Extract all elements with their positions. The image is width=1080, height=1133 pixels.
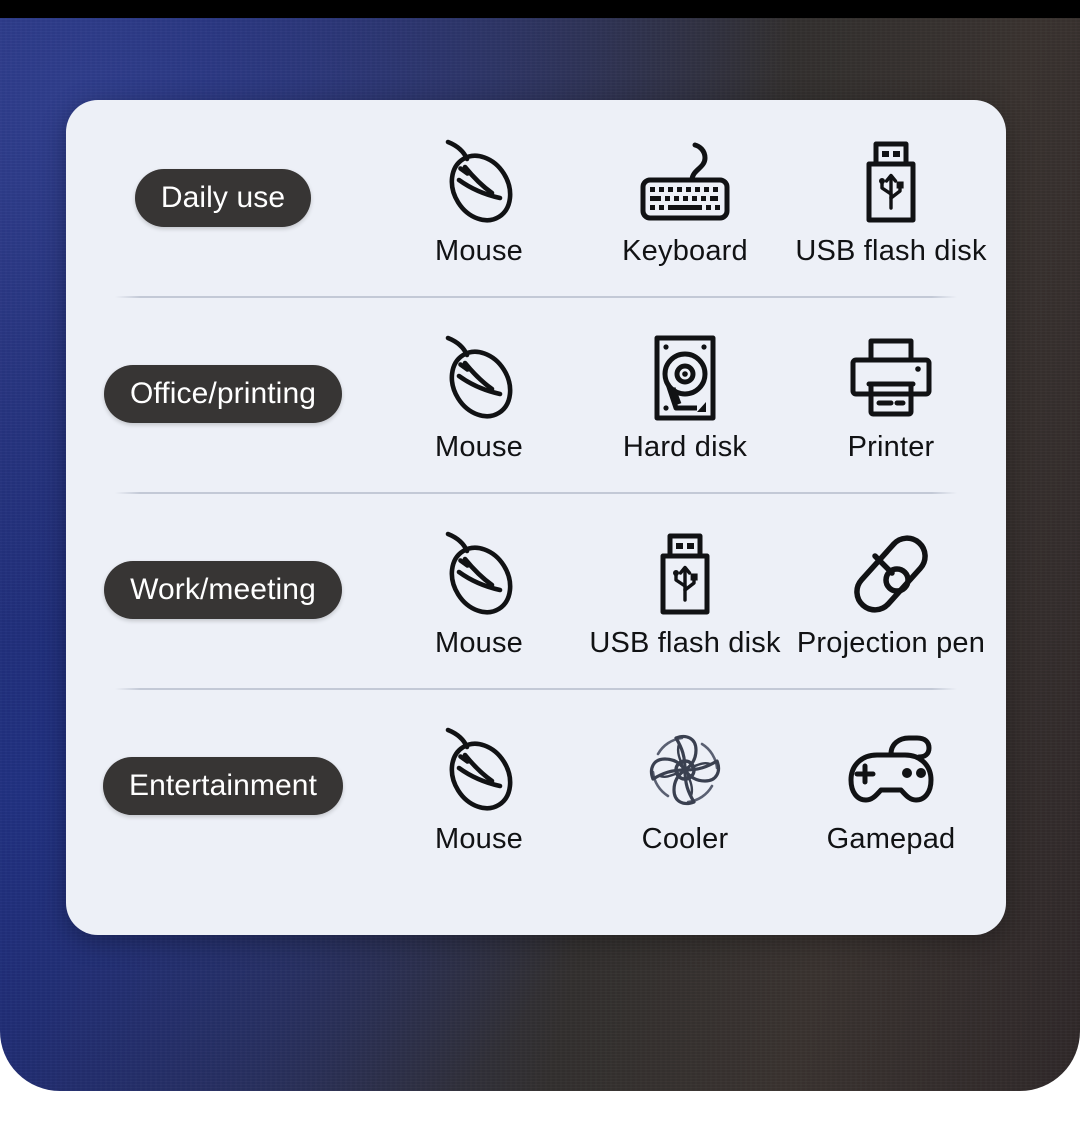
device-item[interactable]: Printer — [791, 330, 991, 464]
category-row: Office/printing Mouse Hard disk Printer — [66, 296, 1006, 492]
device-label: Hard disk — [622, 431, 748, 464]
category-pill-entertainment[interactable]: Entertainment — [102, 756, 344, 816]
device-label: Printer — [847, 431, 935, 464]
device-item[interactable]: Hard disk — [585, 330, 785, 464]
device-items: Mouse — [376, 324, 1006, 464]
device-label: USB flash disk — [589, 627, 781, 660]
category-pill-daily-use[interactable]: Daily use — [134, 168, 312, 228]
usb-flash-disk-icon — [652, 526, 718, 622]
device-item[interactable]: USB flash disk — [791, 134, 991, 268]
category-pill-cell: Daily use — [66, 168, 376, 228]
device-label: Projection pen — [796, 627, 986, 660]
hard-disk-icon — [649, 330, 721, 426]
projection-pen-icon — [845, 526, 937, 622]
device-label: Mouse — [434, 627, 524, 660]
category-pill-cell: Entertainment — [66, 756, 376, 816]
mouse-icon — [436, 134, 522, 230]
keyboard-icon — [637, 134, 733, 230]
device-item[interactable]: Mouse — [379, 134, 579, 268]
category-row: Work/meeting Mouse USB flash disk Projec… — [66, 492, 1006, 688]
device-items: Mouse — [376, 128, 1006, 268]
cooler-fan-icon — [638, 722, 732, 818]
row-divider — [115, 296, 957, 298]
category-row: Entertainment Mouse Cooler Gamepad — [66, 688, 1006, 884]
device-label: Cooler — [641, 823, 729, 856]
device-items: Mouse — [376, 520, 1006, 660]
device-item[interactable]: Gamepad — [791, 722, 991, 856]
device-item[interactable]: USB flash disk — [585, 526, 785, 660]
device-label: Keyboard — [622, 235, 748, 268]
device-item[interactable]: Projection pen — [791, 526, 991, 660]
category-row: Daily use Mouse Keyboard USB flash disk — [66, 100, 1006, 296]
device-item[interactable]: Mouse — [379, 722, 579, 856]
device-label: Mouse — [434, 431, 524, 464]
screenshot-stage: Daily use Mouse Keyboard USB flash disk … — [0, 0, 1080, 1133]
mouse-icon — [436, 526, 522, 622]
category-pill-cell: Work/meeting — [66, 560, 376, 620]
device-item[interactable]: Cooler — [585, 722, 785, 856]
category-pill-work-meeting[interactable]: Work/meeting — [104, 560, 342, 620]
compatibility-card: Daily use Mouse Keyboard USB flash disk … — [66, 100, 1006, 935]
mouse-icon — [436, 330, 522, 426]
usb-flash-disk-icon — [858, 134, 924, 230]
device-label: Mouse — [434, 823, 524, 856]
row-divider — [115, 492, 957, 494]
device-item[interactable]: Keyboard — [585, 134, 785, 268]
device-label: USB flash disk — [795, 235, 987, 268]
mouse-icon — [436, 722, 522, 818]
category-pill-office-printing[interactable]: Office/printing — [103, 364, 343, 424]
printer-icon — [845, 330, 937, 426]
letterbox-top-bar — [0, 0, 1080, 18]
category-pill-cell: Office/printing — [66, 364, 376, 424]
row-divider — [115, 688, 957, 690]
device-items: Mouse — [376, 716, 1006, 856]
device-item[interactable]: Mouse — [379, 526, 579, 660]
device-label: Gamepad — [826, 823, 956, 856]
gamepad-icon — [843, 722, 939, 818]
device-item[interactable]: Mouse — [379, 330, 579, 464]
device-label: Mouse — [434, 235, 524, 268]
